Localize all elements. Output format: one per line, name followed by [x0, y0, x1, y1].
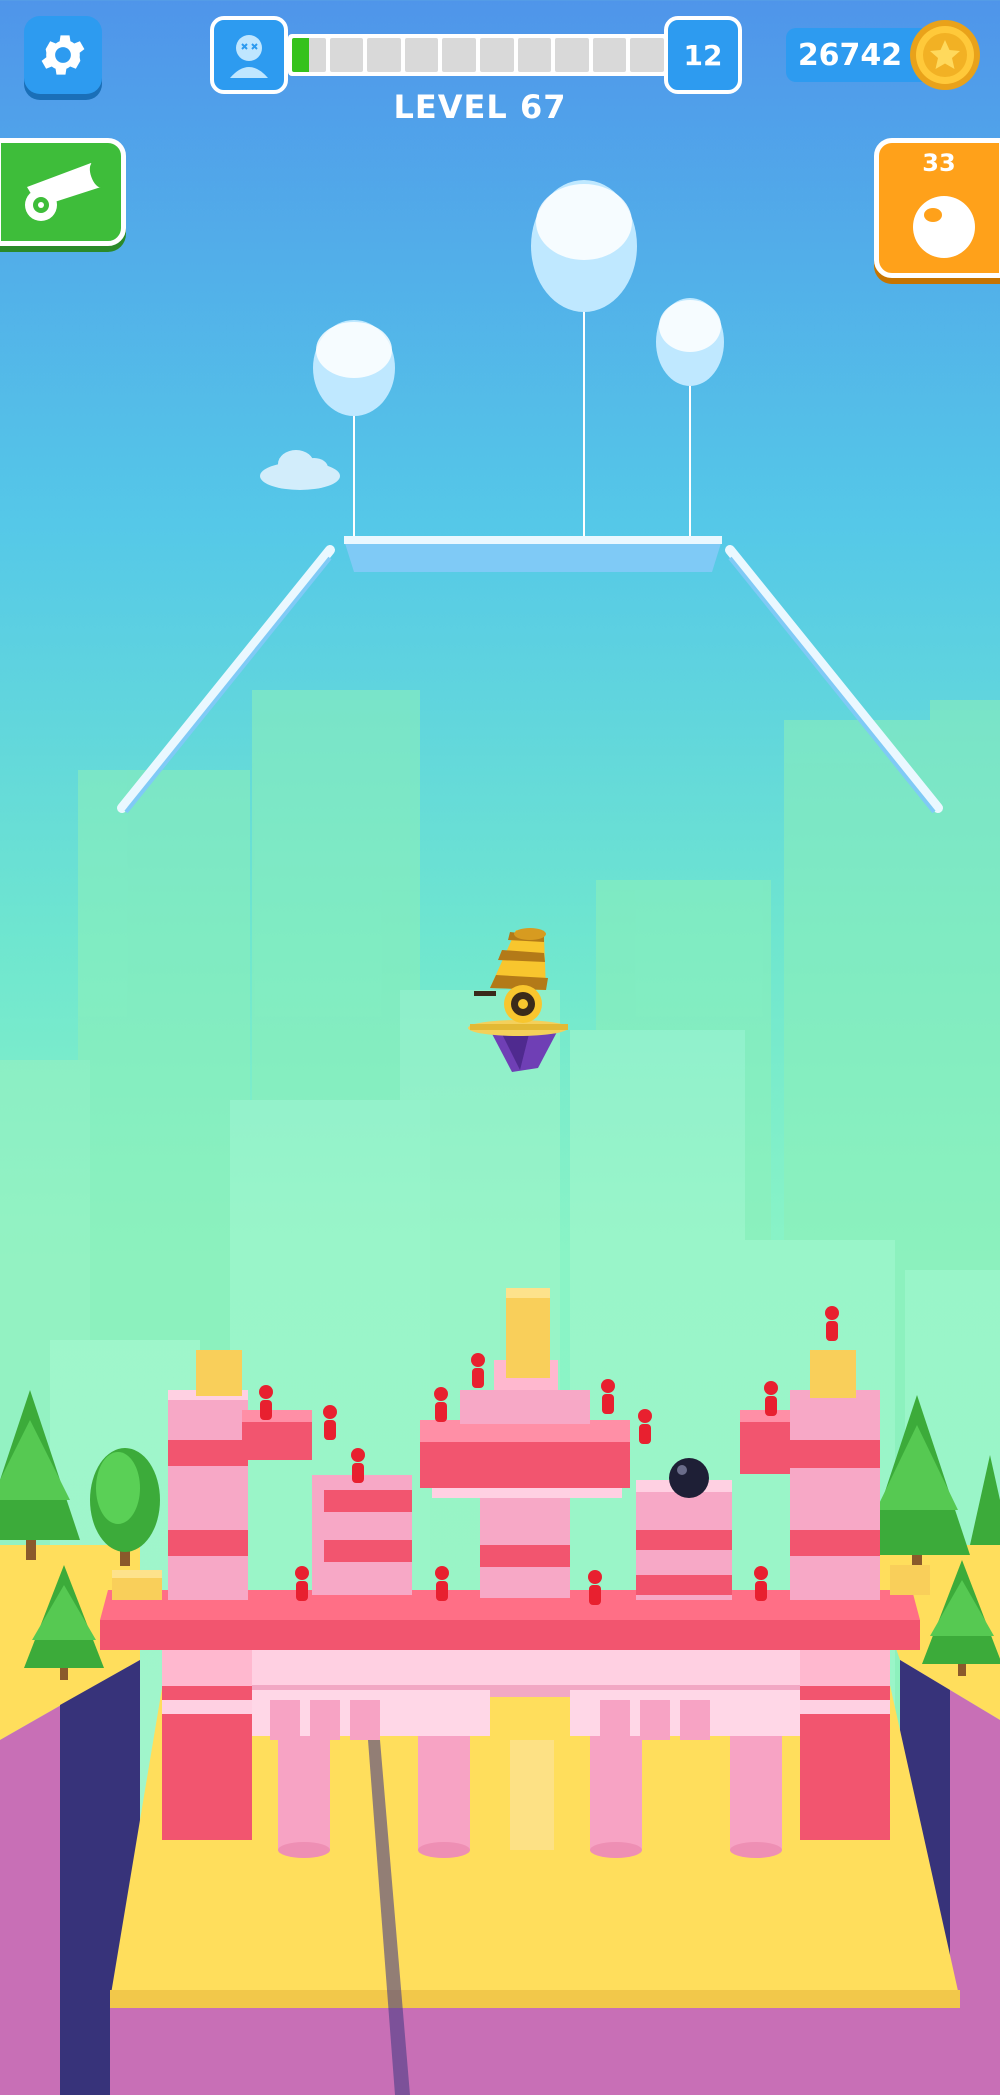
- level-progress-bar: 12: [210, 16, 742, 94]
- progress-track: [288, 34, 668, 76]
- enemy: [435, 1566, 449, 1601]
- progress-segment: [555, 38, 589, 72]
- progress-segment: [329, 38, 364, 72]
- gear-icon: [41, 35, 85, 75]
- cannon-icon: [25, 162, 105, 221]
- progress-segment: [442, 38, 476, 72]
- ammo-counter-button[interactable]: 33: [874, 138, 1000, 278]
- progress-segment: [292, 38, 326, 72]
- balloon-left: [313, 320, 395, 416]
- enemy: [323, 1405, 337, 1440]
- progress-segment: [367, 38, 401, 72]
- progress-segment: [592, 38, 627, 72]
- balloon-center: [531, 180, 637, 312]
- player-avatar: [210, 16, 288, 94]
- enemy: [825, 1306, 839, 1341]
- cannon-select-button[interactable]: [0, 138, 126, 246]
- enemy: [351, 1448, 365, 1483]
- progress-segment: [404, 38, 439, 72]
- cannonball-icon: [913, 196, 975, 258]
- star-coin-icon: [910, 20, 980, 90]
- ammo-count: 33: [922, 149, 956, 177]
- cloud: [260, 450, 340, 490]
- balloons: [313, 180, 724, 540]
- enemy: [764, 1381, 778, 1416]
- balloon-right: [656, 298, 724, 386]
- enemy: [471, 1353, 485, 1388]
- progress-segment: [517, 38, 552, 72]
- enemy: [601, 1379, 615, 1414]
- enemy: [434, 1387, 448, 1422]
- settings-button[interactable]: [24, 16, 102, 94]
- enemy: [588, 1570, 602, 1605]
- enemy: [638, 1409, 652, 1444]
- enemy: [259, 1385, 273, 1420]
- level-label: LEVEL 67: [393, 88, 567, 126]
- enemy: [295, 1566, 309, 1601]
- game-scene[interactable]: [0, 0, 1000, 2095]
- coin-counter: 26742: [786, 28, 926, 82]
- enemy: [754, 1566, 768, 1601]
- enemies-remaining-counter: 12: [664, 16, 742, 94]
- cannonball: [669, 1458, 709, 1498]
- progress-segment: [479, 38, 514, 72]
- player-avatar-icon: [230, 35, 268, 78]
- coin-icon-wrap: [908, 18, 982, 92]
- progress-segment: [630, 38, 664, 72]
